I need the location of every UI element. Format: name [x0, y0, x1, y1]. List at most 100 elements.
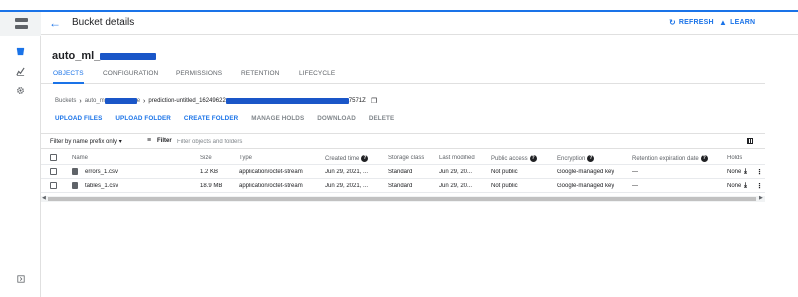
school-icon: ▲	[719, 18, 728, 27]
help-icon[interactable]: ?	[587, 155, 595, 162]
object-public-access: Not public	[491, 169, 518, 175]
object-size: 1.2 KB	[200, 169, 219, 175]
breadcrumb-buckets[interactable]: Buckets	[55, 98, 76, 104]
breadcrumb-bucket-suffix: e	[136, 98, 141, 104]
column-header-storage[interactable]: Storage class	[388, 155, 424, 161]
help-icon[interactable]: ?	[700, 155, 708, 162]
tab-retention[interactable]: RETENTION	[241, 70, 279, 84]
tab-lifecycle[interactable]: LIFECYCLE	[299, 70, 335, 84]
file-icon	[72, 182, 78, 189]
select-all-checkbox[interactable]	[50, 154, 57, 161]
object-modified: Jun 29, 20...	[439, 183, 473, 189]
refresh-label: REFRESH	[678, 19, 714, 26]
object-holds: None	[727, 183, 742, 189]
column-header-retention[interactable]: Retention expiration date?	[632, 155, 708, 162]
redaction-mark	[100, 52, 157, 60]
buckets-nav-icon[interactable]	[0, 42, 41, 60]
upload-folder-button[interactable]: UPLOAD FOLDER	[115, 115, 171, 122]
row-checkbox[interactable]	[50, 168, 57, 175]
help-icon[interactable]: ?	[529, 155, 537, 162]
delete-button[interactable]: DELETE	[369, 115, 394, 122]
column-display-icon[interactable]	[747, 138, 753, 144]
tab-configuration[interactable]: CONFIGURATION	[103, 70, 158, 84]
upload-files-button[interactable]: UPLOAD FILES	[55, 115, 102, 122]
object-size: 18.9 MB	[200, 183, 223, 189]
horizontal-scrollbar[interactable]: ◀ ▶	[41, 195, 765, 202]
object-created: Jun 29, 2021, ...	[325, 169, 369, 175]
object-type: application/octet-stream	[239, 183, 303, 189]
column-header-encryption-label: Encryption	[557, 156, 586, 163]
tab-objects[interactable]: OBJECTS	[53, 70, 84, 84]
left-nav-rail	[0, 12, 41, 297]
storage-product-icon[interactable]	[0, 12, 41, 36]
redaction-mark	[225, 98, 349, 104]
page-header: ← Bucket details ↻ REFRESH ▲ LEARN	[41, 12, 798, 35]
column-header-holds[interactable]: Holds	[727, 155, 742, 161]
column-header-created[interactable]: Created time?	[325, 155, 369, 163]
collapse-panel-icon[interactable]	[0, 271, 41, 287]
column-header-access[interactable]: Public access?	[491, 155, 537, 162]
object-encryption: Google-managed key	[557, 183, 615, 189]
column-header-retention-label: Retention expiration date	[632, 156, 699, 163]
scroll-right-icon[interactable]: ▶	[759, 195, 763, 201]
column-header-type[interactable]: Type	[239, 155, 252, 161]
object-actions: UPLOAD FILES UPLOAD FOLDER CREATE FOLDER…	[55, 115, 407, 122]
filter-bar: Filter by name prefix only ▾ ≡ Filter	[41, 133, 765, 149]
prefix-filter-label: Filter by name prefix only	[50, 139, 118, 145]
bucket-name-text: auto_ml_	[52, 50, 101, 62]
column-header-created-label: Created time	[325, 156, 360, 163]
breadcrumb-folder-suffix: 7571Z	[348, 98, 366, 104]
bucket-name: auto_ml_	[52, 50, 157, 62]
column-header-encryption[interactable]: Encryption?	[557, 155, 595, 163]
help-icon[interactable]: ?	[361, 155, 369, 162]
more-vert-icon[interactable]: ⋮	[756, 168, 763, 176]
object-holds: None	[727, 169, 742, 175]
manage-holds-button[interactable]: MANAGE HOLDS	[251, 115, 304, 122]
tab-bar: OBJECTS CONFIGURATION PERMISSIONS RETENT…	[41, 64, 765, 84]
filter-input[interactable]	[177, 137, 377, 147]
object-public-access: Not public	[491, 183, 518, 189]
table-header-row: Name Size Type Created time? Storage cla…	[41, 151, 765, 165]
download-icon[interactable]: ⤓	[744, 168, 747, 176]
breadcrumb-bucket[interactable]: auto_m	[85, 98, 105, 104]
object-type: application/octet-stream	[239, 169, 303, 175]
prefix-filter-dropdown[interactable]: Filter by name prefix only ▾	[50, 138, 122, 145]
object-name-link[interactable]: tables_1.csv	[85, 183, 118, 189]
settings-nav-icon[interactable]	[0, 81, 41, 99]
tab-permissions[interactable]: PERMISSIONS	[176, 70, 222, 84]
object-retention: —	[632, 169, 638, 175]
column-header-name[interactable]: Name	[72, 155, 88, 161]
create-folder-button[interactable]: CREATE FOLDER	[184, 115, 238, 122]
object-name-link[interactable]: errors_1.csv	[85, 169, 118, 175]
copy-icon[interactable]: ❐	[371, 97, 377, 105]
learn-button[interactable]: ▲ LEARN	[719, 18, 755, 27]
scrollbar-thumb[interactable]	[48, 197, 756, 201]
table-row[interactable]: errors_1.csv 1.2 KB application/octet-st…	[41, 165, 765, 179]
learn-label: LEARN	[730, 19, 756, 26]
object-created: Jun 29, 2021, ...	[325, 183, 369, 189]
object-modified: Jun 29, 20...	[439, 169, 473, 175]
column-header-modified[interactable]: Last modified	[439, 155, 475, 161]
chevron-right-icon: ›	[143, 97, 146, 105]
filter-label: Filter	[157, 138, 172, 144]
more-vert-icon[interactable]: ⋮	[756, 182, 763, 190]
refresh-icon: ↻	[669, 18, 676, 27]
chevron-right-icon: ›	[79, 97, 82, 105]
filter-icon: ≡	[147, 137, 152, 144]
refresh-button[interactable]: ↻ REFRESH	[669, 18, 714, 27]
column-header-size[interactable]: Size	[200, 155, 212, 161]
table-row[interactable]: tables_1.csv 18.9 MB application/octet-s…	[41, 179, 765, 193]
arrow-left-icon[interactable]: ←	[49, 16, 61, 30]
download-button[interactable]: DOWNLOAD	[317, 115, 356, 122]
monitoring-nav-icon[interactable]	[0, 62, 41, 80]
file-icon	[72, 168, 78, 175]
caret-down-icon: ▾	[118, 139, 122, 145]
object-storage-class: Standard	[388, 169, 413, 175]
redaction-mark	[104, 98, 137, 104]
scroll-left-icon[interactable]: ◀	[42, 195, 46, 201]
download-icon[interactable]: ⤓	[744, 182, 747, 190]
page-title: Bucket details	[72, 17, 135, 28]
row-checkbox[interactable]	[50, 182, 57, 189]
breadcrumb: Buckets › auto_m e › prediction-untitled…	[55, 97, 377, 106]
objects-table: Name Size Type Created time? Storage cla…	[41, 151, 765, 193]
